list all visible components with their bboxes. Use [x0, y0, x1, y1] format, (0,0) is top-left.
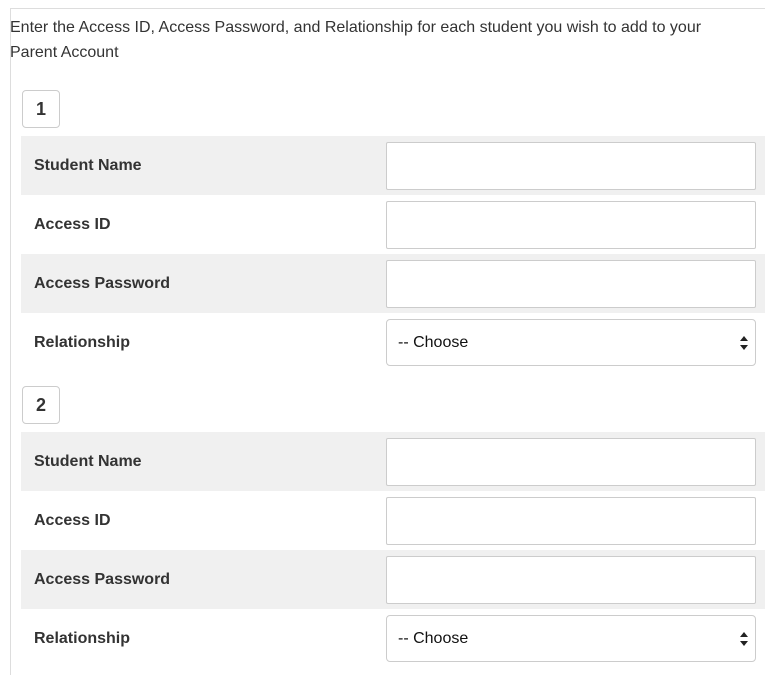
relationship-selected-value: -- Choose: [398, 630, 469, 647]
access-id-row: Access ID: [21, 195, 765, 254]
student-name-input[interactable]: [386, 438, 756, 486]
access-password-row: Access Password: [21, 254, 765, 313]
relationship-row: Relationship -- Choose: [21, 313, 765, 372]
relationship-selected-value: -- Choose: [398, 334, 469, 351]
student-name-row: Student Name: [21, 136, 765, 195]
access-id-row: Access ID: [21, 491, 765, 550]
relationship-label: Relationship: [34, 630, 131, 647]
student-name-row: Student Name: [21, 432, 765, 491]
relationship-select[interactable]: -- Choose: [386, 615, 756, 662]
up-down-caret-icon: [740, 632, 748, 646]
access-id-label: Access ID: [34, 512, 111, 529]
access-password-label: Access Password: [34, 571, 171, 588]
student-name-label: Student Name: [34, 453, 142, 470]
up-down-caret-icon: [740, 336, 748, 350]
instructions-text: Enter the Access ID, Access Password, an…: [10, 19, 702, 61]
access-password-row: Access Password: [21, 550, 765, 609]
student-name-input[interactable]: [386, 142, 756, 190]
access-id-label: Access ID: [34, 216, 111, 233]
access-password-input[interactable]: [386, 260, 756, 308]
relationship-row: Relationship -- Choose: [21, 609, 765, 668]
student-name-label: Student Name: [34, 157, 142, 174]
access-id-input[interactable]: [386, 497, 756, 545]
student-number-badge: 1: [22, 90, 60, 128]
access-password-label: Access Password: [34, 275, 171, 292]
access-id-input[interactable]: [386, 201, 756, 249]
relationship-label: Relationship: [34, 334, 131, 351]
relationship-select[interactable]: -- Choose: [386, 319, 756, 366]
student-number-badge: 2: [22, 386, 60, 424]
access-password-input[interactable]: [386, 556, 756, 604]
